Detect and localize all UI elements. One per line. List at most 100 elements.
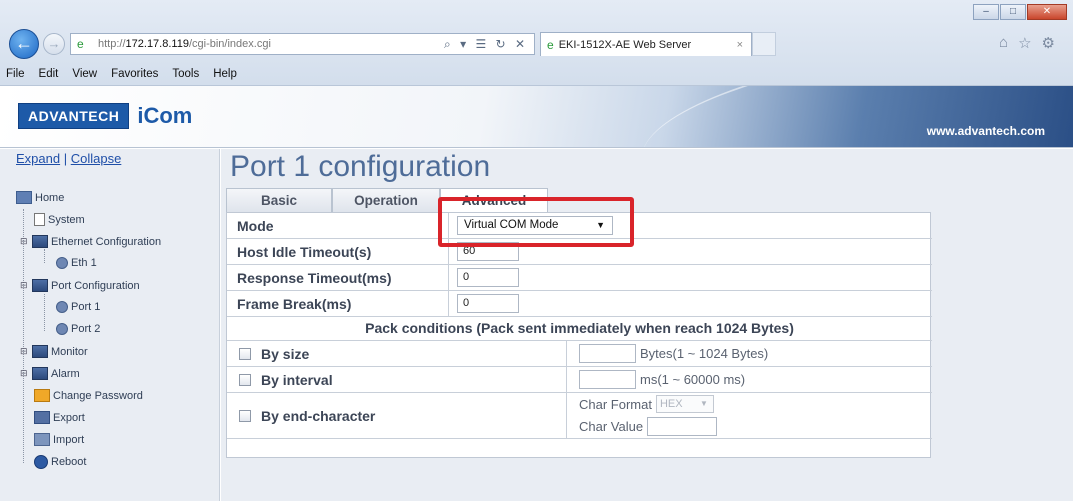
char-value-line: Char Value bbox=[579, 415, 718, 437]
nav-item-port1[interactable]: Port 1 bbox=[56, 301, 100, 313]
close-window-button[interactable]: ✕ bbox=[1027, 4, 1067, 20]
maximize-button[interactable]: □ bbox=[1000, 4, 1026, 20]
by-size-input[interactable] bbox=[579, 344, 636, 363]
expand-toggle-icon[interactable]: ⊟ bbox=[20, 368, 29, 379]
by-size-label: By size bbox=[261, 345, 310, 362]
nav-item-reboot[interactable]: Reboot bbox=[34, 455, 86, 469]
forward-button[interactable]: → bbox=[43, 33, 65, 55]
frame-break-row: Frame Break(ms) 0 bbox=[227, 291, 932, 317]
system-document-icon bbox=[34, 213, 45, 226]
by-size-label-cell: By size bbox=[227, 341, 567, 366]
product-logo-text: iCom bbox=[137, 103, 193, 128]
collapse-link[interactable]: Collapse bbox=[71, 151, 122, 166]
advantech-logo: ADVANTECH iCom bbox=[18, 103, 192, 129]
banner-swoosh bbox=[632, 86, 1073, 147]
tab-basic[interactable]: Basic bbox=[226, 188, 332, 212]
char-format-label: Char Format bbox=[579, 396, 652, 412]
browser-tab[interactable]: e EKI-1512X-AE Web Server × bbox=[540, 32, 752, 56]
by-size-row: By size Bytes(1 ~ 1024 Bytes) bbox=[227, 341, 932, 367]
back-arrow-icon: ← bbox=[15, 33, 33, 53]
by-interval-input[interactable] bbox=[579, 370, 636, 389]
nav-item-port-configuration[interactable]: ⊟ Port Configuration bbox=[20, 279, 140, 292]
nav-label: System bbox=[48, 213, 85, 226]
page-title: Port 1 configuration bbox=[230, 150, 491, 183]
nav-item-import[interactable]: Import bbox=[34, 433, 84, 446]
menu-help[interactable]: Help bbox=[213, 68, 237, 80]
response-timeout-input[interactable]: 0 bbox=[457, 268, 519, 287]
link-separator: | bbox=[63, 151, 68, 166]
password-key-icon bbox=[34, 389, 50, 402]
window-controls: – □ ✕ bbox=[973, 4, 1067, 20]
response-timeout-row: Response Timeout(ms) 0 bbox=[227, 265, 932, 291]
nav-item-monitor[interactable]: ⊟ Monitor bbox=[20, 345, 88, 358]
frame-break-input[interactable]: 0 bbox=[457, 294, 519, 313]
nav-item-alarm[interactable]: ⊟ Alarm bbox=[20, 367, 80, 380]
menu-view[interactable]: View bbox=[72, 68, 97, 80]
collapse-toggle-icon[interactable]: ⊟ bbox=[20, 280, 29, 291]
nav-label: Eth 1 bbox=[71, 257, 97, 269]
expand-toggle-icon[interactable]: ⊟ bbox=[20, 346, 29, 357]
char-format-value: HEX bbox=[659, 398, 683, 410]
by-size-unit: Bytes(1 ~ 1024 Bytes) bbox=[640, 346, 769, 361]
nav-label: Port Configuration bbox=[51, 279, 140, 292]
nav-item-ethernet-configuration[interactable]: ⊟ Ethernet Configuration bbox=[20, 235, 161, 248]
tab-close-icon[interactable]: × bbox=[737, 39, 743, 51]
export-icon bbox=[34, 411, 50, 424]
site-url: www.advantech.com bbox=[926, 124, 1045, 138]
dropdown-arrow-icon: ▼ bbox=[700, 399, 708, 408]
nav-item-eth1[interactable]: Eth 1 bbox=[56, 257, 97, 269]
menu-file[interactable]: File bbox=[6, 68, 25, 80]
favorites-star-icon[interactable]: ☆ bbox=[1018, 34, 1031, 52]
settings-gear-icon[interactable]: ⚙ bbox=[1042, 34, 1055, 52]
mode-highlight-box bbox=[438, 197, 634, 247]
mode-label: Mode bbox=[227, 213, 449, 238]
by-end-character-checkbox[interactable] bbox=[239, 409, 251, 422]
by-end-character-label: By end-character bbox=[261, 407, 376, 424]
minimize-button[interactable]: – bbox=[973, 4, 999, 20]
address-tools-icons[interactable]: ⌕ ▾ ☰ ↻ ✕ bbox=[444, 37, 528, 52]
ethernet-folder-icon bbox=[32, 235, 48, 248]
nav-label: Alarm bbox=[51, 367, 80, 380]
forward-arrow-icon: → bbox=[47, 36, 61, 51]
home-folder-icon bbox=[16, 191, 32, 204]
nav-item-change-password[interactable]: Change Password bbox=[34, 389, 143, 402]
serial-port-icon bbox=[56, 323, 68, 335]
menu-bar: File Edit View Favorites Tools Help bbox=[0, 63, 1073, 85]
tab-favicon-icon: e bbox=[547, 37, 554, 52]
home-icon[interactable]: ⌂ bbox=[999, 34, 1008, 52]
by-interval-checkbox[interactable] bbox=[239, 373, 251, 386]
monitor-folder-icon bbox=[32, 345, 48, 358]
by-size-value-cell: Bytes(1 ~ 1024 Bytes) bbox=[579, 341, 768, 366]
address-bar[interactable]: e http:// 172.17.8.119 /cgi-bin/index.cg… bbox=[70, 33, 535, 55]
pack-conditions-title: Pack conditions (Pack sent immediately w… bbox=[365, 320, 794, 336]
host-idle-timeout-label: Host Idle Timeout(s) bbox=[227, 239, 449, 264]
reboot-icon bbox=[34, 455, 48, 469]
back-button[interactable]: ← bbox=[9, 29, 39, 59]
nav-label: Port 1 bbox=[71, 301, 101, 313]
expand-collapse-links: Expand | Collapse bbox=[16, 151, 121, 166]
nav-label: Home bbox=[35, 191, 65, 204]
tab-operation[interactable]: Operation bbox=[332, 188, 440, 212]
collapse-toggle-icon[interactable]: ⊟ bbox=[20, 236, 29, 247]
menu-edit[interactable]: Edit bbox=[39, 68, 59, 80]
end-character-settings: Char Format HEX ▼ Char Value bbox=[579, 393, 718, 437]
by-interval-row: By interval ms(1 ~ 60000 ms) bbox=[227, 367, 932, 393]
by-size-checkbox[interactable] bbox=[239, 347, 251, 360]
menu-tools[interactable]: Tools bbox=[172, 68, 199, 80]
url-host: 172.17.8.119 bbox=[125, 38, 189, 50]
nav-item-port2[interactable]: Port 2 bbox=[56, 323, 100, 335]
expand-link[interactable]: Expand bbox=[16, 151, 60, 166]
char-value-input[interactable] bbox=[647, 416, 718, 436]
nav-label: Change Password bbox=[53, 389, 143, 402]
new-tab-button[interactable] bbox=[752, 32, 776, 56]
nav-item-home[interactable]: Home bbox=[16, 191, 64, 204]
char-format-select[interactable]: HEX ▼ bbox=[655, 395, 714, 413]
browser-chrome: – □ ✕ ← → e http:// 172.17.8.119 /cgi-bi… bbox=[0, 0, 1073, 86]
by-interval-value-cell: ms(1 ~ 60000 ms) bbox=[579, 367, 745, 392]
nav-item-system[interactable]: System bbox=[34, 213, 85, 226]
port-folder-icon bbox=[32, 279, 48, 292]
import-icon bbox=[34, 433, 50, 446]
nav-label: Monitor bbox=[51, 345, 88, 358]
menu-favorites[interactable]: Favorites bbox=[111, 68, 158, 80]
nav-item-export[interactable]: Export bbox=[34, 411, 85, 424]
